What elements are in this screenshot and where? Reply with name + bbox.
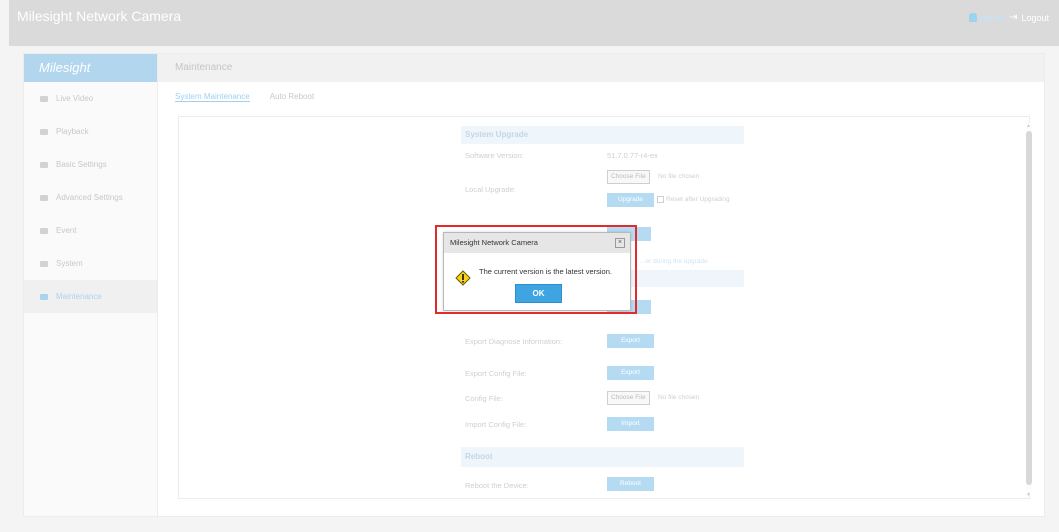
scrollbar[interactable]: ▲ ▼: [1026, 123, 1032, 498]
config-file-label: Config File:: [465, 394, 503, 403]
monitor-icon: [40, 260, 48, 267]
import-config-button[interactable]: Import: [607, 417, 654, 431]
sidebar-item-basic-settings[interactable]: Basic Settings: [24, 148, 157, 181]
tab-auto-reboot[interactable]: Auto Reboot: [270, 82, 314, 104]
sidebar-item-label: Basic Settings: [56, 160, 107, 169]
import-config-label: Import Config File:: [465, 420, 527, 429]
tab-system-maintenance[interactable]: System Maintenance: [175, 82, 250, 104]
sidebar-item-live-video[interactable]: Live Video: [24, 82, 157, 115]
software-version-label: Software Version:: [465, 151, 524, 160]
gear-icon: [40, 161, 48, 168]
choose-file-button[interactable]: Choose File: [607, 170, 650, 184]
highlight-box: [435, 225, 637, 314]
local-upgrade-label: Local Upgrade:: [465, 185, 516, 194]
reboot-button[interactable]: Reboot: [607, 477, 654, 491]
reset-label: Reset after Upgrading: [666, 196, 730, 203]
tab-bar: System Maintenance Auto Reboot: [158, 82, 1044, 104]
logout-link[interactable]: Logout: [1021, 13, 1049, 23]
sidebar-item-event[interactable]: Event: [24, 214, 157, 247]
scroll-down-icon[interactable]: ▼: [1026, 492, 1031, 498]
export-diagnose-button[interactable]: Export: [607, 334, 654, 348]
sidebar-item-advanced-settings[interactable]: Advanced Settings: [24, 181, 157, 214]
sidebar-item-label: Live Video: [56, 94, 94, 103]
video-camera-icon: [40, 95, 48, 102]
sidebar-item-label: Event: [56, 226, 77, 235]
playback-icon: [40, 128, 48, 135]
export-config-label: Export Config File:: [465, 369, 527, 378]
app-title: Milesight Network Camera: [17, 8, 182, 24]
sidebar-item-playback[interactable]: Playback: [24, 115, 157, 148]
software-version-value: 51.7.0.77-r4-ex: [607, 151, 658, 160]
sidebar-item-label: Advanced Settings: [56, 193, 123, 202]
config-no-file-text: No file chosen: [658, 394, 700, 401]
logo: Milesight: [24, 54, 157, 82]
user-icon: [968, 13, 977, 22]
sidebar-item-maintenance[interactable]: Maintenance: [24, 280, 157, 313]
user-area: admin ⇥ Logout: [968, 12, 1049, 23]
scroll-up-icon[interactable]: ▲: [1026, 123, 1031, 129]
no-file-text: No file chosen: [658, 173, 700, 180]
toolbox-icon: [40, 293, 48, 300]
username-link[interactable]: admin: [981, 13, 1006, 23]
calendar-icon: [40, 227, 48, 234]
system-upgrade-header: System Upgrade: [461, 126, 744, 144]
sidebar-item-label: System: [56, 259, 83, 268]
upgrade-hint: …er during the upgrade: [639, 258, 708, 265]
upgrade-button[interactable]: Upgrade: [607, 193, 654, 207]
tools-icon: [40, 194, 48, 201]
reset-checkbox[interactable]: [657, 196, 664, 203]
page-title: Maintenance: [158, 54, 1044, 82]
export-diagnose-label: Export Diagnose Information:: [465, 337, 563, 346]
sidebar-item-label: Playback: [56, 127, 89, 136]
logout-icon[interactable]: ⇥: [1009, 12, 1017, 23]
reset-after-upgrade[interactable]: Reset after Upgrading: [657, 196, 730, 203]
scrollbar-thumb[interactable]: [1026, 131, 1032, 485]
top-bar: Milesight Network Camera admin ⇥ Logout: [9, 0, 1059, 46]
sidebar-item-label: Maintenance: [56, 292, 102, 301]
sidebar: Milesight Live Video Playback Basic Sett…: [24, 54, 158, 516]
config-choose-file-button[interactable]: Choose File: [607, 391, 650, 405]
reboot-label: Reboot the Device:: [465, 481, 529, 490]
reboot-header: Reboot: [461, 447, 744, 467]
sidebar-item-system[interactable]: System: [24, 247, 157, 280]
export-config-button[interactable]: Export: [607, 366, 654, 380]
